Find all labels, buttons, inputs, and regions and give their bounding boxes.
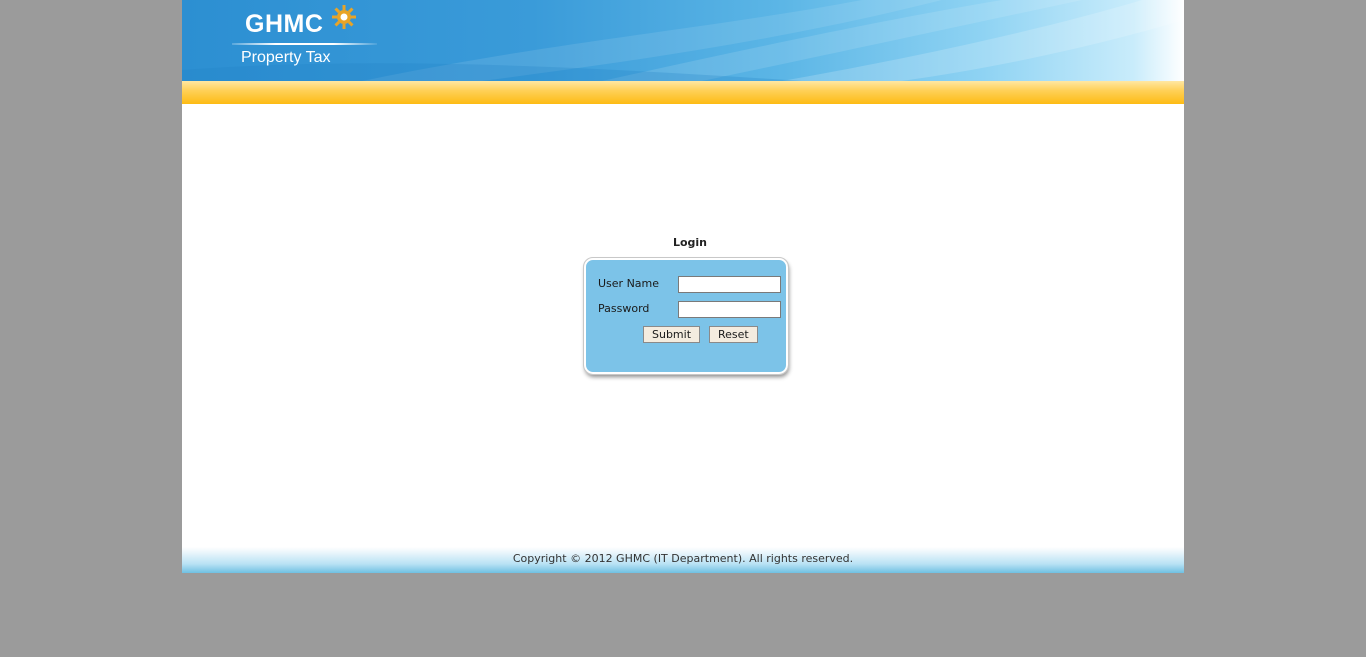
logo-divider (232, 43, 377, 45)
logo-title: GHMC (245, 10, 324, 38)
username-label: User Name (598, 277, 660, 290)
logo-subtitle: Property Tax (241, 49, 331, 66)
username-input[interactable] (678, 276, 781, 293)
login-panel: User Name Password Submit Reset (583, 257, 789, 375)
header-banner: GHMC Property Tax (182, 0, 1184, 81)
gear-logo-icon (332, 5, 356, 29)
login-heading: Login (672, 236, 708, 249)
footer: Copyright © 2012 GHMC (IT Department). A… (182, 547, 1184, 573)
password-label: Password (598, 302, 650, 315)
reset-button[interactable]: Reset (709, 326, 758, 343)
page-container: GHMC Property Tax Login User Name Passwo… (182, 0, 1184, 573)
submit-button[interactable]: Submit (643, 326, 701, 343)
header-accent-bar (182, 81, 1184, 104)
password-input[interactable] (678, 301, 781, 318)
copyright-text: Copyright © 2012 GHMC (IT Department). A… (512, 552, 854, 565)
